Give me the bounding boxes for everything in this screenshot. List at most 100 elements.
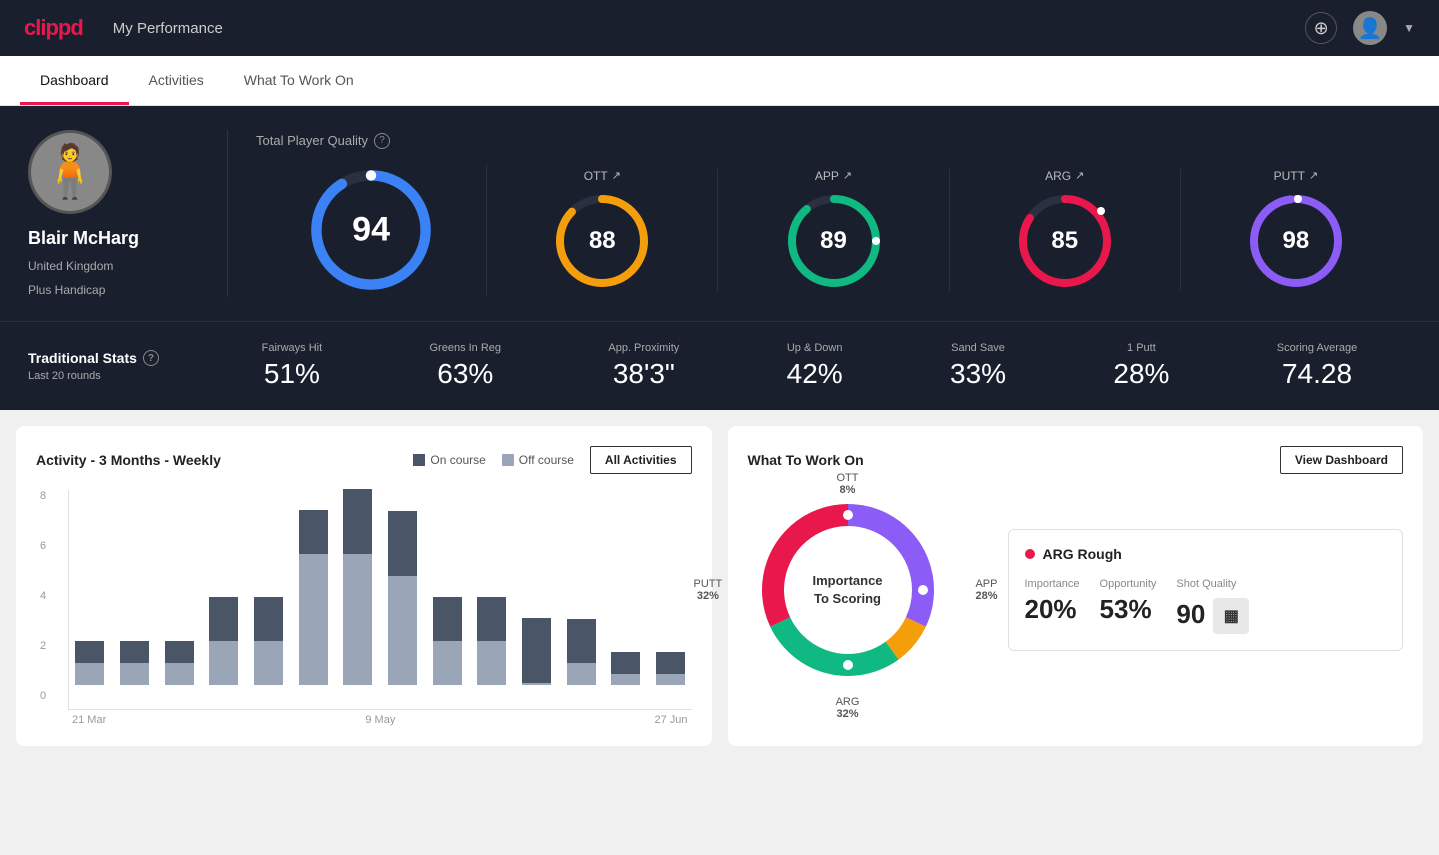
activity-card: Activity - 3 Months - Weekly On course O…: [16, 426, 712, 746]
stats-bar: Traditional Stats ? Last 20 rounds Fairw…: [0, 321, 1439, 410]
bar-on-5: [299, 510, 328, 554]
chart-legend: On course Off course: [413, 453, 574, 467]
donut-label-putt: PUTT 32%: [694, 578, 723, 602]
bar-on-12: [611, 652, 640, 674]
stat-oneputt-label: 1 Putt: [1127, 342, 1156, 354]
bar-chart: [68, 490, 692, 710]
stat-oneputt: 1 Putt 28%: [1113, 342, 1169, 390]
chevron-down-icon: ▼: [1403, 21, 1415, 35]
app-arrow-icon: ↗: [843, 169, 852, 182]
bar-stack-3: [203, 597, 245, 685]
bar-off-3: [209, 641, 238, 685]
bar-group-0: [69, 641, 111, 685]
bar-off-13: [656, 674, 685, 685]
bar-on-0: [75, 641, 104, 663]
player-avatar: 🧍: [28, 130, 112, 214]
stat-greens-value: 63%: [437, 358, 493, 390]
main-score-item: 94: [256, 165, 487, 295]
stat-updown-label: Up & Down: [787, 342, 843, 354]
donut-label-app: APP 28%: [975, 578, 997, 602]
bar-off-1: [120, 663, 149, 685]
work-detail-area: ARG Rough Importance 20% Opportunity 53%…: [1008, 529, 1404, 651]
bar-group-5: [292, 510, 334, 685]
quality-label: Total Player Quality ?: [256, 133, 1411, 149]
donut-center-label: ImportanceTo Scoring: [812, 572, 882, 608]
bar-off-4: [254, 641, 283, 685]
legend-off-dot: [502, 454, 514, 466]
putt-label: PUTT ↗: [1274, 169, 1319, 183]
header-controls: ⊕ 👤 ▼: [1305, 11, 1415, 45]
legend-on-course: On course: [413, 453, 485, 467]
stats-title: Traditional Stats ?: [28, 350, 208, 366]
bar-stack-5: [292, 510, 334, 685]
view-dashboard-button[interactable]: View Dashboard: [1280, 446, 1403, 474]
main-ring: 94: [306, 165, 436, 295]
app-score-item: APP ↗ 89: [718, 169, 949, 291]
stat-greens-label: Greens In Reg: [430, 342, 502, 354]
arg-label: ARG ↗: [1045, 169, 1084, 183]
stat-sandsave: Sand Save 33%: [950, 342, 1006, 390]
donut-chart-area: OTT 8% APP 28% ARG 32% PUTT 32%: [748, 490, 948, 690]
page-title: My Performance: [113, 20, 223, 37]
putt-ring: 98: [1246, 191, 1346, 291]
bar-off-10: [522, 683, 551, 685]
ott-ring: 88: [552, 191, 652, 291]
bar-off-11: [567, 663, 596, 685]
stats-help-icon[interactable]: ?: [143, 350, 159, 366]
tab-dashboard[interactable]: Dashboard: [20, 56, 129, 105]
bar-group-13: [650, 652, 692, 685]
bar-on-4: [254, 597, 283, 641]
legend-off-course: Off course: [502, 453, 574, 467]
bar-stack-0: [69, 641, 111, 685]
add-button[interactable]: ⊕: [1305, 12, 1337, 44]
activity-chart-title: Activity - 3 Months - Weekly: [36, 452, 221, 468]
stat-oneputt-value: 28%: [1113, 358, 1169, 390]
bar-group-7: [382, 511, 424, 685]
tab-what-to-work-on[interactable]: What To Work On: [224, 56, 374, 105]
ott-score-value: 88: [589, 227, 616, 255]
bar-stack-1: [114, 641, 156, 685]
app-label: APP ↗: [815, 169, 852, 183]
stat-greens: Greens In Reg 63%: [430, 342, 502, 390]
stat-sandsave-label: Sand Save: [951, 342, 1005, 354]
work-content: OTT 8% APP 28% ARG 32% PUTT 32%: [748, 490, 1404, 690]
bar-group-6: [337, 489, 379, 685]
bar-group-1: [114, 641, 156, 685]
bar-stack-9: [471, 597, 513, 685]
work-detail-dot: [1025, 549, 1035, 559]
bar-group-3: [203, 597, 245, 685]
ott-arrow-icon: ↗: [612, 169, 621, 182]
bar-stack-8: [426, 597, 468, 685]
work-card-header: What To Work On View Dashboard: [748, 446, 1404, 474]
bar-group-2: [158, 641, 200, 685]
stat-scoring: Scoring Average 74.28: [1277, 342, 1358, 390]
tab-activities[interactable]: Activities: [129, 56, 224, 105]
help-icon[interactable]: ?: [374, 133, 390, 149]
avatar-icon: 👤: [1358, 16, 1383, 41]
arg-ring: 85: [1015, 191, 1115, 291]
detail-shot-quality: Shot Quality 90 ▦: [1176, 578, 1249, 634]
bar-on-2: [165, 641, 194, 663]
bar-on-6: [343, 489, 372, 554]
quality-scores: 94 OTT ↗ 88 AP: [256, 165, 1411, 295]
bar-off-8: [433, 641, 462, 685]
bar-off-12: [611, 674, 640, 685]
header: clippd My Performance ⊕ 👤 ▼: [0, 0, 1439, 56]
stat-items: Fairways Hit 51% Greens In Reg 63% App. …: [208, 342, 1411, 390]
legend-on-dot: [413, 454, 425, 466]
stat-proximity-value: 38'3": [613, 358, 675, 390]
stat-proximity-label: App. Proximity: [608, 342, 679, 354]
user-avatar[interactable]: 👤: [1353, 11, 1387, 45]
bar-group-4: [248, 597, 290, 685]
stats-subtitle: Last 20 rounds: [28, 370, 208, 382]
stat-fairways: Fairways Hit 51%: [262, 342, 323, 390]
logo-area: clippd My Performance: [24, 15, 223, 41]
all-activities-button[interactable]: All Activities: [590, 446, 692, 474]
shot-quality-box: ▦: [1213, 598, 1249, 634]
chart-y-axis: 8 6 4 2 0: [40, 490, 46, 702]
ott-score-item: OTT ↗ 88: [487, 169, 718, 291]
activity-card-header: Activity - 3 Months - Weekly On course O…: [36, 446, 692, 474]
work-detail-cols: Importance 20% Opportunity 53% Shot Qual…: [1025, 578, 1387, 634]
bar-off-5: [299, 554, 328, 685]
quality-section: Total Player Quality ? 94 OTT: [228, 133, 1411, 295]
